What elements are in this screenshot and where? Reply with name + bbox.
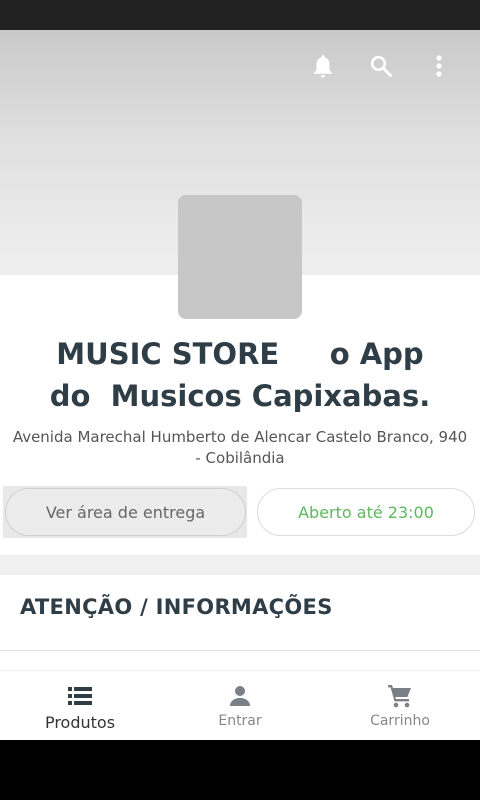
nav-label-entrar: Entrar (218, 713, 262, 729)
store-name: MUSIC STORE o App do Musicos Capixabas. (49, 337, 431, 413)
list-icon (68, 687, 92, 705)
store-logo (178, 195, 302, 319)
store-address: Avenida Marechal Humberto de Alencar Cas… (12, 428, 468, 467)
section-title[interactable]: ATENÇÃO / INFORMAÇÕES (20, 595, 333, 619)
bell-icon (314, 55, 332, 78)
cart-icon (388, 685, 411, 708)
nav-item-produtos[interactable]: Produtos (0, 671, 160, 740)
nav-label-produtos: Produtos (44, 713, 116, 732)
top-actions (294, 48, 468, 84)
more-options-button[interactable] (410, 48, 468, 84)
system-navigation-area (0, 740, 480, 800)
nav-item-carrinho[interactable]: Carrinho (320, 671, 480, 740)
search-button[interactable] (352, 48, 410, 84)
notifications-button[interactable] (294, 48, 352, 84)
bottom-navigation: Produtos Entrar Carrinho (0, 670, 480, 740)
section-divider (0, 555, 480, 575)
nav-label-carrinho: Carrinho (370, 713, 430, 729)
delivery-area-button[interactable]: Ver área de entrega (5, 488, 246, 536)
nav-item-entrar[interactable]: Entrar (160, 671, 320, 740)
search-icon (370, 55, 392, 77)
app-screen: MUSIC STORE o App do Musicos Capixabas. … (0, 30, 480, 740)
section-divider-line (0, 650, 480, 651)
more-vert-icon (436, 55, 442, 77)
open-status-badge: Aberto até 23:00 (257, 488, 475, 536)
person-icon (230, 686, 250, 706)
status-bar (0, 0, 480, 30)
